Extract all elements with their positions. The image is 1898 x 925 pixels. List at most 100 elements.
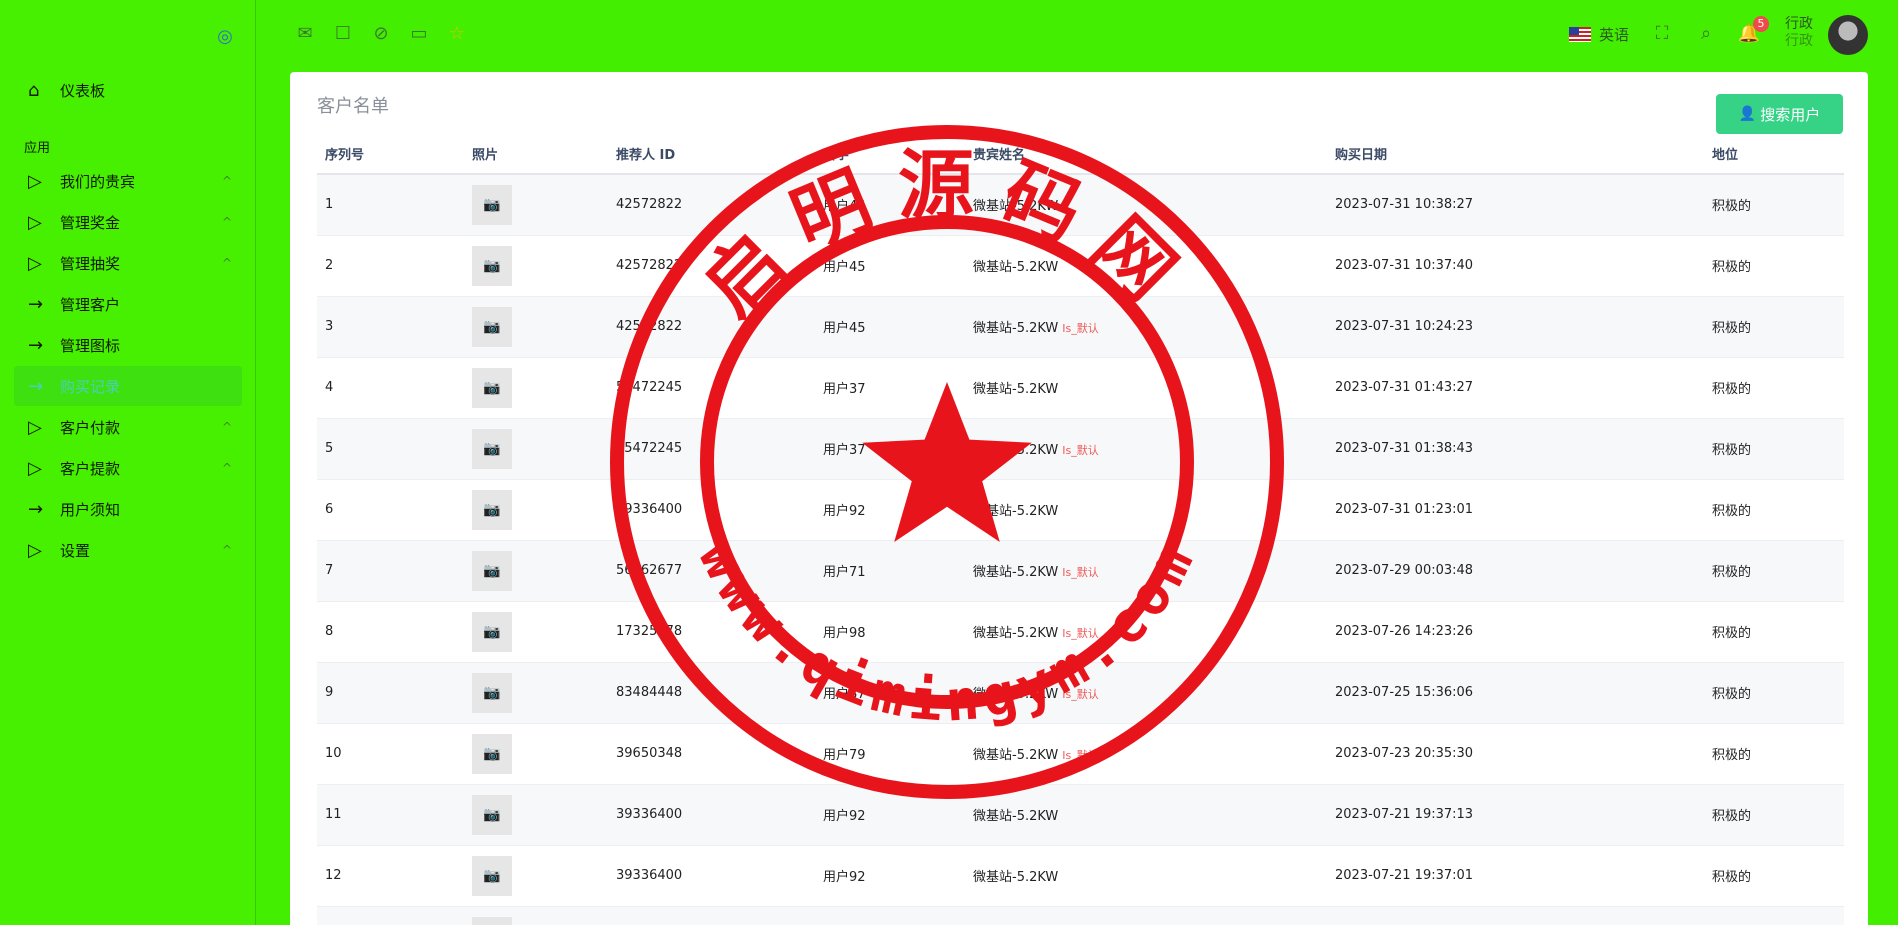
cell-vip: 微基站-5.2KW — [973, 565, 1059, 580]
search-icon[interactable]: ⌕ — [1694, 22, 1718, 46]
photo-placeholder-icon[interactable]: 📷 — [472, 428, 512, 469]
sidebar-item-label: 客户付款 — [60, 418, 121, 437]
photo-placeholder-icon[interactable]: 📷 — [472, 672, 512, 713]
bell-icon[interactable]: 🔔 5 — [1737, 16, 1769, 46]
chevron-up-icon[interactable]: ^ — [212, 420, 242, 434]
cell-status: 积极的 — [1712, 687, 1752, 702]
cell-vip: 微基站-5.2KW — [973, 687, 1059, 702]
search-user-label: 搜索用户 — [1760, 105, 1821, 124]
table-row: 2 📷 42572822 用户45 微基站-5.2KW 2023-07-31 10:37:… — [317, 234, 1844, 296]
chevron-up-icon[interactable]: ^ — [212, 174, 242, 188]
customer-list-card: 客户名单 👤 搜索用户 序列号 照片 推荐人 ID 名字 贵宾姓名 购买日期 地位 1 📷 42… — [290, 72, 1868, 925]
photo-placeholder-icon[interactable]: 📷 — [472, 916, 512, 925]
cell-status: 积极的 — [1712, 565, 1752, 580]
check-circle-icon[interactable]: ⊘ — [369, 22, 393, 46]
cell-serial: 6 — [325, 502, 334, 517]
sidebar-item[interactable]: ▷ 管理抽奖 ^ — [14, 243, 242, 283]
cell-serial: 2 — [325, 258, 334, 273]
sidebar-item-label: 我们的贵宾 — [60, 172, 136, 191]
cell-purchase-date: 2023-07-21 19:37:13 — [1335, 807, 1474, 822]
chevron-up-icon[interactable]: ^ — [212, 256, 242, 270]
table-row: 1 📷 42572822 用户45 微基站-5.2KW 2023-07-31 10:38:… — [317, 173, 1844, 235]
photo-placeholder-icon[interactable]: 📷 — [472, 306, 512, 347]
cell-referrer-id: 55472245 — [616, 441, 683, 456]
sidebar-item-label: 管理抽奖 — [60, 254, 121, 273]
column-header[interactable]: 购买日期 — [1327, 134, 1704, 175]
cell-vip: 微基站-5.2KW — [973, 626, 1059, 641]
customer-table: 序列号 照片 推荐人 ID 名字 贵宾姓名 购买日期 地位 1 📷 42572822 用户45 微基… — [317, 134, 1844, 925]
language-selector[interactable]: 英语 — [1569, 24, 1629, 45]
arrow-right-icon: → — [28, 375, 44, 397]
sidebar-item[interactable]: → 购买记录 — [14, 366, 242, 406]
default-tag: Is_默认 — [1062, 566, 1099, 579]
language-label: 英语 — [1599, 26, 1630, 44]
star-icon[interactable]: ☆ — [445, 22, 469, 46]
column-header[interactable]: 名字 — [815, 134, 965, 175]
calendar-icon[interactable]: ▭ — [407, 22, 431, 46]
table-row: 6 📷 39336400 用户92 微基站-5.2KW 2023-07-31 01:23:… — [317, 478, 1844, 540]
column-header[interactable]: 照片 — [464, 134, 608, 175]
table-row: 12 📷 39336400 用户92 微基站-5.2KW 2023-07-21 19:37… — [317, 844, 1844, 906]
cell-status: 积极的 — [1712, 382, 1752, 397]
play-icon: ▷ — [28, 539, 42, 561]
avatar[interactable] — [1828, 15, 1868, 55]
fullscreen-icon[interactable]: ⛶ — [1650, 22, 1674, 46]
photo-placeholder-icon[interactable]: 📷 — [472, 611, 512, 652]
column-header[interactable]: 序列号 — [317, 134, 464, 175]
sidebar-item-label: 管理图标 — [60, 336, 121, 355]
photo-placeholder-icon[interactable]: 📷 — [472, 794, 512, 835]
cell-status: 积极的 — [1712, 870, 1752, 885]
cell-referrer-id: 39336400 — [616, 807, 683, 822]
table-row: 9 📷 83484448 用户87 微基站-5.2KW Is_默认 2023-07-25 1… — [317, 661, 1844, 723]
photo-placeholder-icon[interactable]: 📷 — [472, 245, 512, 286]
chevron-up-icon[interactable]: ^ — [212, 543, 242, 557]
cell-referrer-id: 56562677 — [616, 563, 683, 578]
photo-placeholder-icon[interactable]: 📷 — [472, 733, 512, 774]
chevron-up-icon[interactable]: ^ — [212, 461, 242, 475]
sidebar-toggle-icon[interactable]: ◎ — [215, 27, 235, 47]
cell-vip: 微基站-5.2KW — [973, 870, 1059, 885]
cell-name: 用户37 — [823, 443, 866, 458]
sidebar-item[interactable]: ▷ 我们的贵宾 ^ — [14, 161, 242, 201]
photo-placeholder-icon[interactable]: 📷 — [472, 855, 512, 896]
sidebar-item[interactable]: ▷ 管理奖金 ^ — [14, 202, 242, 242]
sidebar-item[interactable]: → 用户须知 — [14, 489, 242, 529]
user-menu[interactable]: 行政 行政 — [1785, 16, 1813, 50]
sidebar-item[interactable]: → 管理客户 — [14, 284, 242, 324]
cell-purchase-date: 2023-07-29 00:03:48 — [1335, 563, 1474, 578]
cell-status: 积极的 — [1712, 199, 1752, 215]
photo-placeholder-icon[interactable]: 📷 — [472, 367, 512, 408]
mail-icon[interactable]: ✉ — [293, 22, 317, 46]
play-icon: ▷ — [28, 457, 42, 479]
default-tag: Is_默认 — [1062, 444, 1099, 457]
column-header[interactable]: 贵宾姓名 — [965, 134, 1327, 175]
cell-referrer-id: 39336400 — [616, 502, 683, 517]
sidebar-item-dashboard[interactable]: ⌂ 仪表板 — [14, 70, 242, 110]
photo-placeholder-icon[interactable]: 📷 — [472, 184, 512, 225]
photo-placeholder-icon[interactable]: 📷 — [472, 550, 512, 591]
chevron-up-icon[interactable]: ^ — [212, 215, 242, 229]
search-user-button[interactable]: 👤 搜索用户 — [1716, 94, 1843, 134]
cell-referrer-id: 42572822 — [616, 258, 683, 273]
sidebar-item[interactable]: → 管理图标 — [14, 325, 242, 365]
column-header[interactable]: 推荐人 ID — [608, 134, 815, 175]
sidebar-item[interactable]: ▷ 设置 ^ — [14, 530, 242, 570]
chat-icon[interactable]: ☐ — [331, 22, 355, 46]
cell-referrer-id: 83484448 — [616, 685, 683, 700]
user-role: 行政 — [1785, 33, 1813, 49]
sidebar-item-label: 购买记录 — [60, 377, 121, 396]
sidebar-item[interactable]: ▷ 客户提款 ^ — [14, 448, 242, 488]
cell-purchase-date: 2023-07-21 19:37:01 — [1335, 868, 1474, 883]
cell-name: 用户79 — [823, 748, 866, 763]
cell-purchase-date: 2023-07-31 10:24:23 — [1335, 319, 1474, 334]
cell-name: 用户92 — [823, 870, 866, 885]
sidebar-item[interactable]: ▷ 客户付款 ^ — [14, 407, 242, 447]
cell-name: 用户87 — [823, 687, 866, 702]
play-icon: ▷ — [28, 252, 42, 274]
column-header[interactable]: 地位 — [1704, 134, 1844, 175]
cell-name: 用户92 — [823, 504, 866, 519]
photo-placeholder-icon[interactable]: 📷 — [472, 489, 512, 530]
table-row: 3 📷 42572822 用户45 微基站-5.2KW Is_默认 2023-07-31 1… — [317, 295, 1844, 357]
page-title: 客户名单 — [317, 96, 389, 117]
cell-purchase-date: 2023-07-31 01:38:43 — [1335, 441, 1474, 456]
